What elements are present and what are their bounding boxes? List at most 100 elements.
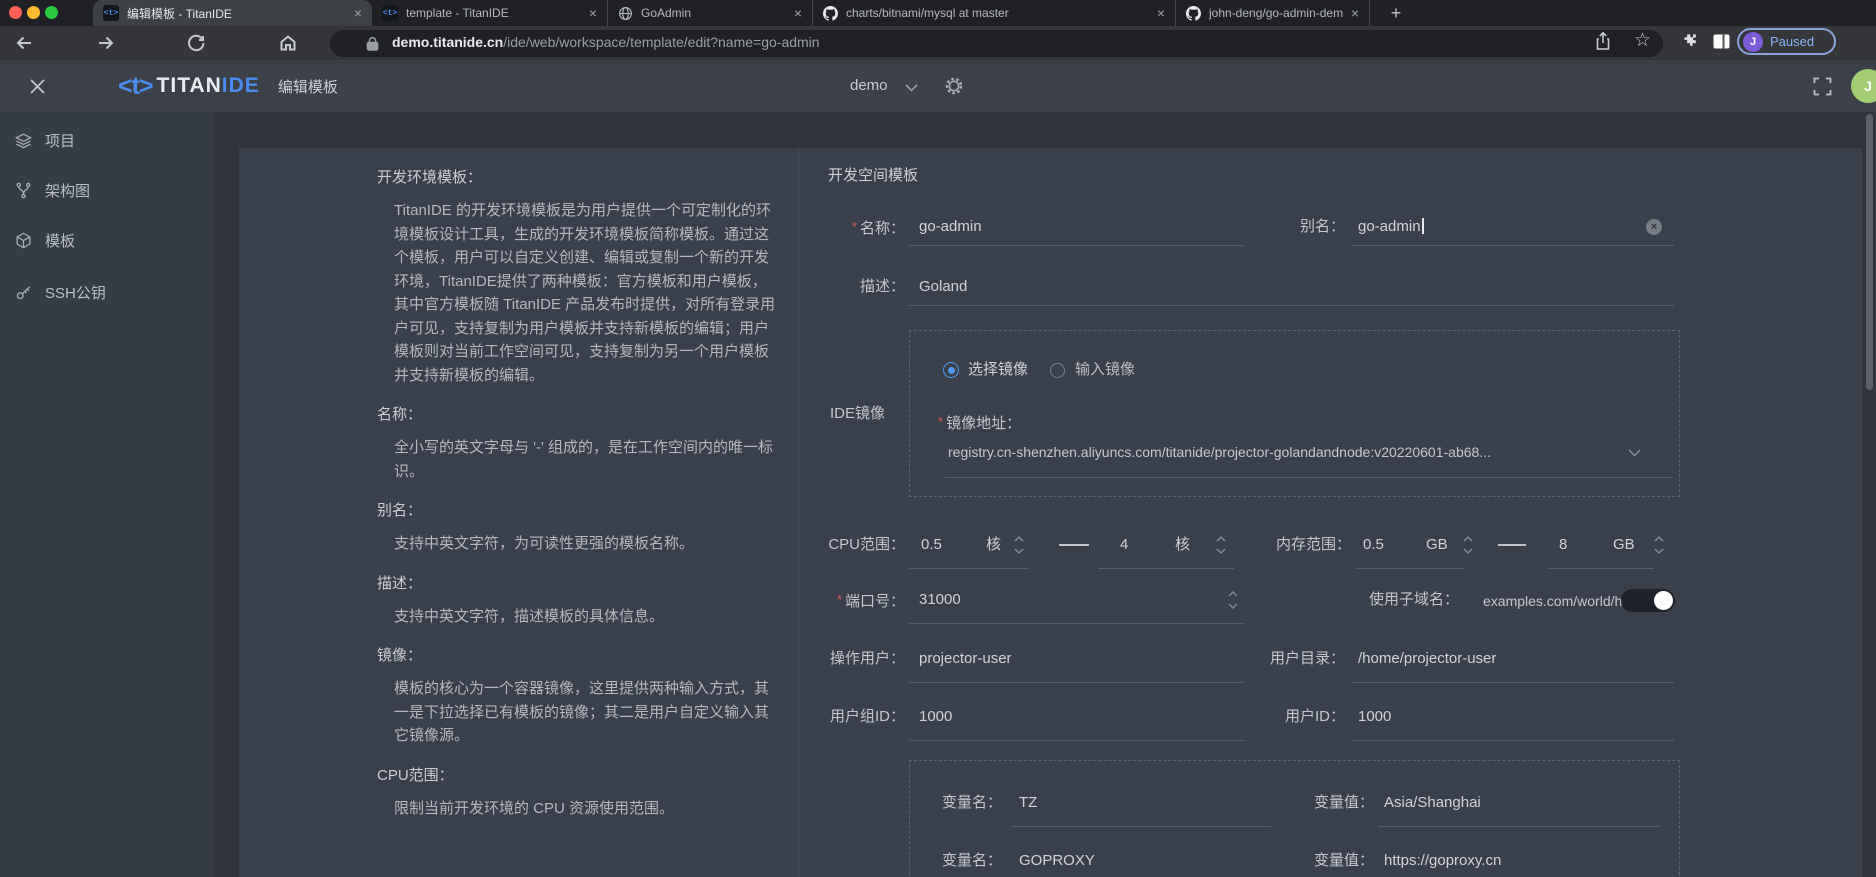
description-input[interactable]: Goland	[919, 277, 967, 297]
github-icon	[823, 6, 838, 21]
side-panel-icon[interactable]	[1712, 32, 1731, 51]
user-id-input[interactable]: 1000	[1358, 707, 1391, 727]
sidebar-item-label: SSH公钥	[45, 282, 106, 303]
scrollbar-thumb[interactable]	[1866, 114, 1873, 390]
sidebar-item-projects[interactable]: 项目	[0, 120, 215, 160]
sidebar-item-templates[interactable]: 模板	[0, 220, 215, 260]
layers-icon	[14, 131, 33, 150]
workspace-selector[interactable]: demo	[850, 77, 888, 94]
cpu-range-label: CPU范围：	[790, 535, 905, 555]
cpu-min-input[interactable]: 0.5	[921, 535, 942, 555]
radio-input-image-label[interactable]: 输入镜像	[1075, 360, 1135, 380]
sidebar-item-ssh-keys[interactable]: SSH公钥	[0, 272, 215, 312]
tab-title: john-deng/go-admin-demo	[1209, 6, 1343, 20]
radio-select-image-label[interactable]: 选择镜像	[968, 360, 1028, 380]
tab-title: charts/bitnami/mysql at master	[846, 6, 1149, 20]
stepper-control[interactable]	[1012, 533, 1026, 557]
alias-input[interactable]: go-admin	[1358, 217, 1424, 237]
tab-edit-template[interactable]: <t> 编辑模板 - TitanIDE ×	[93, 0, 372, 26]
sidebar-item-architecture[interactable]: 架构图	[0, 170, 215, 210]
stepper-control[interactable]	[1652, 533, 1666, 557]
stepper-control[interactable]	[1461, 533, 1475, 557]
help-heading: 开发环境模板：	[377, 166, 777, 187]
extensions-icon[interactable]	[1680, 32, 1699, 51]
input-underline	[1352, 245, 1674, 246]
close-icon[interactable]	[28, 77, 47, 96]
memory-max-input[interactable]: 8	[1559, 535, 1567, 555]
memory-min-unit: GB	[1426, 535, 1448, 555]
input-underline	[1011, 826, 1271, 827]
env-value-input[interactable]: Asia/Shanghai	[1384, 793, 1481, 813]
radio-input-image[interactable]	[1050, 363, 1065, 378]
column-divider	[798, 148, 799, 877]
forward-icon[interactable]	[96, 33, 116, 53]
help-column: 开发环境模板： TitanIDE 的开发环境模板是为用户提供一个可定制化的环境模…	[377, 150, 777, 830]
mac-close-button[interactable]	[9, 6, 22, 19]
tab-go-admin-demo[interactable]: john-deng/go-admin-demo ×	[1175, 0, 1370, 26]
logo-main: TITAN	[157, 74, 222, 98]
input-underline	[909, 740, 1244, 741]
mac-minimize-button[interactable]	[27, 6, 40, 19]
help-body: 模板的核心为一个容器镜像，这里提供两种输入方式，其一是下拉选择已有模板的镜像；其…	[394, 677, 777, 748]
tab-title: GoAdmin	[641, 6, 786, 20]
url-text[interactable]: demo.titanide.cn/ide/web/workspace/templ…	[392, 34, 820, 50]
name-input[interactable]: go-admin	[919, 217, 982, 237]
clear-icon[interactable]: ×	[1646, 219, 1662, 235]
titanide-favicon: <t>	[382, 5, 398, 21]
cpu-min-unit: 核	[986, 535, 1001, 555]
reload-icon[interactable]	[186, 33, 206, 53]
tab-title: template - TitanIDE	[406, 6, 581, 20]
range-dash	[1059, 544, 1089, 546]
chevron-down-icon[interactable]	[905, 84, 918, 92]
logo-accent: IDE	[222, 74, 260, 98]
env-name-input[interactable]: GOPROXY	[1019, 851, 1095, 871]
help-heading: CPU范围：	[377, 764, 777, 785]
tab-close-icon[interactable]: ×	[354, 6, 362, 20]
radio-select-image[interactable]	[943, 362, 959, 378]
input-underline	[1352, 682, 1674, 683]
operating-user-input[interactable]: projector-user	[919, 649, 1012, 669]
input-underline	[1098, 568, 1234, 569]
tab-close-icon[interactable]: ×	[589, 6, 597, 20]
tab-close-icon[interactable]: ×	[794, 6, 802, 20]
new-tab-button[interactable]: +	[1384, 1, 1408, 25]
stepper-control[interactable]	[1214, 533, 1228, 557]
globe-icon	[618, 6, 633, 21]
group-id-input[interactable]: 1000	[919, 707, 952, 727]
help-heading: 别名：	[377, 499, 777, 520]
gear-icon[interactable]	[944, 76, 964, 96]
tab-charts-bitnami-mysql[interactable]: charts/bitnami/mysql at master ×	[812, 0, 1175, 26]
fullscreen-icon[interactable]	[1813, 77, 1832, 96]
chevron-down-icon[interactable]	[1628, 449, 1641, 457]
env-value-input[interactable]: https://goproxy.cn	[1384, 851, 1501, 871]
port-input[interactable]: 31000	[919, 590, 961, 610]
input-underline	[1548, 568, 1654, 569]
home-icon[interactable]	[278, 33, 298, 53]
name-label: *名称：	[790, 217, 905, 237]
browser-tab-bar: <t> 编辑模板 - TitanIDE × <t> template - Tit…	[0, 0, 1876, 26]
user-directory-input[interactable]: /home/projector-user	[1358, 649, 1496, 669]
stepper-control[interactable]	[1226, 588, 1240, 612]
back-icon[interactable]	[14, 33, 34, 53]
bookmark-star-icon[interactable]: ☆	[1634, 31, 1651, 51]
cube-icon	[14, 231, 33, 250]
input-underline	[1356, 568, 1464, 569]
github-icon	[1186, 6, 1201, 21]
share-icon[interactable]	[1594, 31, 1612, 51]
sidebar-item-label: 架构图	[45, 180, 90, 201]
subdomain-toggle[interactable]	[1621, 589, 1675, 612]
tab-close-icon[interactable]: ×	[1157, 6, 1165, 20]
image-address-select[interactable]: registry.cn-shenzhen.aliyuncs.com/titani…	[948, 444, 1628, 460]
form-section-title: 开发空间模板	[828, 164, 918, 185]
tab-goadmin[interactable]: GoAdmin ×	[607, 0, 812, 26]
profile-chip[interactable]: J Paused	[1737, 28, 1836, 55]
logo-bracket: <t>	[118, 72, 153, 101]
memory-min-input[interactable]: 0.5	[1363, 535, 1384, 555]
env-name-input[interactable]: TZ	[1019, 793, 1037, 813]
tab-template[interactable]: <t> template - TitanIDE ×	[372, 0, 607, 26]
tab-close-icon[interactable]: ×	[1351, 6, 1359, 20]
help-body: 限制当前开发环境的 CPU 资源使用范围。	[394, 797, 777, 821]
cpu-max-input[interactable]: 4	[1120, 535, 1128, 555]
profile-avatar: J	[1743, 32, 1763, 52]
mac-zoom-button[interactable]	[45, 6, 58, 19]
